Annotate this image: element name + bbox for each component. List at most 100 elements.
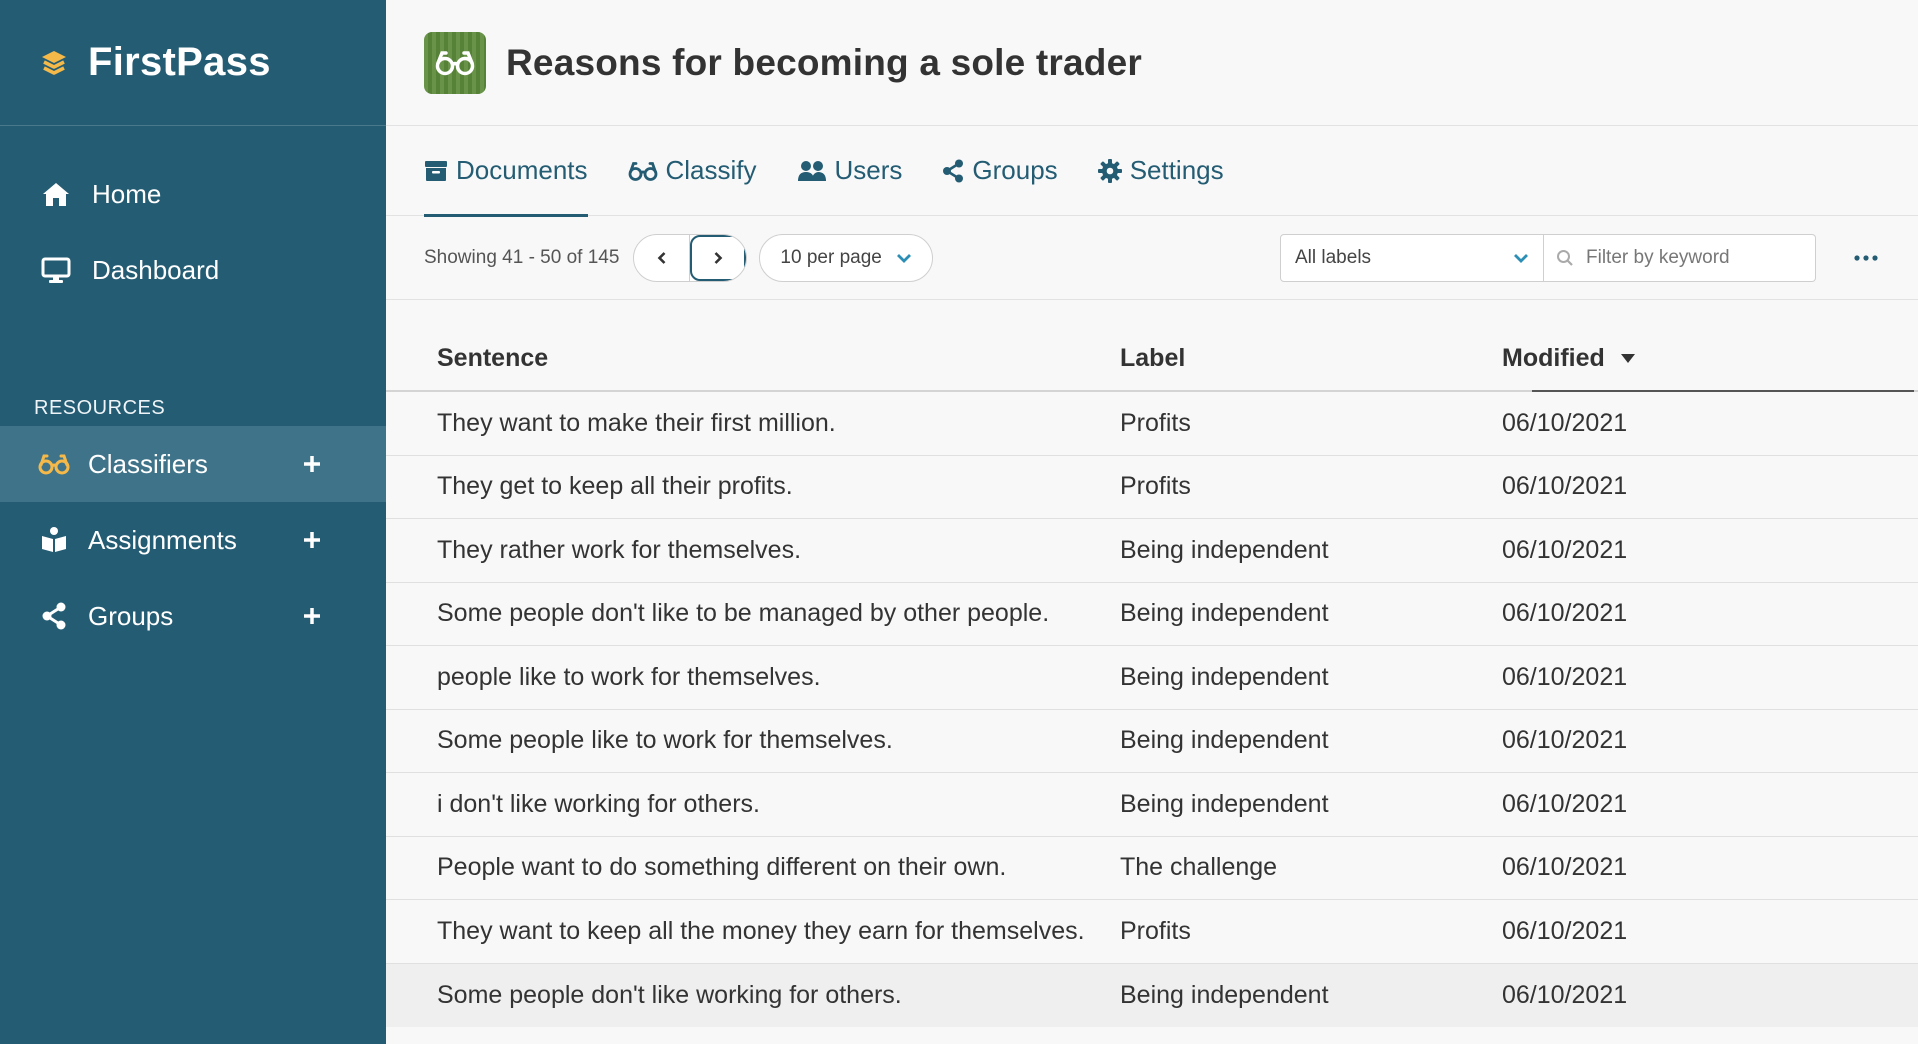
cell-label: Being independent bbox=[1120, 980, 1329, 1009]
cell-modified: 06/10/2021 bbox=[1502, 472, 1628, 501]
monitor-icon bbox=[40, 254, 72, 286]
ellipsis-icon bbox=[1854, 255, 1878, 261]
reader-icon bbox=[38, 524, 70, 556]
sort-indicator bbox=[1532, 390, 1914, 392]
home-icon bbox=[40, 178, 72, 210]
sidebar-item-classifiers[interactable]: Classifiers bbox=[0, 426, 386, 502]
column-header-label[interactable]: Label bbox=[1120, 344, 1502, 373]
nav-item-dashboard[interactable]: Dashboard bbox=[0, 232, 386, 308]
nav-item-home[interactable]: Home bbox=[0, 156, 386, 232]
chevron-left-icon bbox=[657, 251, 666, 264]
cell-modified: 06/10/2021 bbox=[1502, 916, 1628, 945]
column-header-label-text: Modified bbox=[1502, 343, 1605, 372]
tab-settings[interactable]: Settings bbox=[1097, 126, 1224, 216]
cell-sentence: They want to keep all the money they ear… bbox=[437, 916, 1085, 945]
page-header: Reasons for becoming a sole trader bbox=[386, 0, 1918, 126]
table-row[interactable]: They want to make their first million. P… bbox=[386, 392, 1918, 456]
cell-sentence: People want to do something different on… bbox=[437, 853, 1007, 882]
main-nav: Home Dashboard bbox=[0, 126, 386, 308]
archive-icon bbox=[425, 160, 447, 181]
nav-item-label: Dashboard bbox=[92, 254, 220, 285]
tab-users[interactable]: Users bbox=[797, 126, 903, 216]
brand-name: FirstPass bbox=[88, 40, 271, 84]
nav-item-label: Home bbox=[92, 178, 162, 209]
labels-filter-value: All labels bbox=[1295, 247, 1372, 268]
column-header-modified[interactable]: Modified bbox=[1502, 344, 1902, 373]
tab-classify[interactable]: Classify bbox=[628, 126, 757, 216]
pager bbox=[633, 233, 748, 282]
cell-label: Profits bbox=[1120, 916, 1191, 945]
cell-sentence: Some people don't like working for other… bbox=[437, 980, 902, 1009]
layers-icon bbox=[38, 47, 70, 79]
prev-page-button[interactable] bbox=[634, 234, 691, 281]
tab-documents[interactable]: Documents bbox=[424, 126, 588, 217]
cell-modified: 06/10/2021 bbox=[1502, 599, 1628, 628]
glasses-icon bbox=[38, 448, 70, 480]
table-row[interactable]: Some people like to work for themselves.… bbox=[386, 710, 1918, 773]
table-row[interactable]: Some people don't like to be managed by … bbox=[386, 583, 1918, 646]
table-row[interactable]: i don't like working for others. Being i… bbox=[386, 773, 1918, 837]
tab-label: Classify bbox=[665, 155, 757, 185]
classifier-avatar bbox=[424, 31, 486, 94]
share-icon bbox=[38, 600, 70, 632]
gear-icon bbox=[1097, 158, 1122, 183]
more-options-button[interactable] bbox=[1842, 234, 1890, 282]
add-classifier-icon[interactable] bbox=[298, 450, 326, 478]
keyword-filter-input[interactable] bbox=[1586, 247, 1796, 269]
page-title: Reasons for becoming a sole trader bbox=[506, 41, 1142, 83]
cell-label: Profits bbox=[1120, 472, 1191, 501]
chevron-down-icon bbox=[1514, 254, 1528, 263]
sidebar-item-label: Assignments bbox=[88, 524, 237, 555]
sidebar: FirstPass Home Dashboard RESOURCES Class… bbox=[0, 0, 386, 1044]
sort-desc-icon bbox=[1620, 353, 1635, 363]
sidebar-item-label: Groups bbox=[88, 600, 174, 631]
table-header: Sentence Label Modified bbox=[386, 326, 1918, 392]
pagination-status: Showing 41 - 50 of 145 bbox=[424, 246, 620, 268]
cell-modified: 06/10/2021 bbox=[1502, 726, 1628, 755]
glasses-icon bbox=[628, 161, 657, 181]
cell-label: Being independent bbox=[1120, 535, 1329, 564]
add-assignment-icon[interactable] bbox=[298, 526, 326, 554]
tab-label: Users bbox=[834, 155, 903, 185]
share-icon bbox=[943, 159, 964, 182]
column-header-sentence[interactable]: Sentence bbox=[386, 344, 1120, 373]
users-icon bbox=[797, 160, 826, 181]
sidebar-item-assignments[interactable]: Assignments bbox=[0, 502, 386, 578]
cell-label: Being independent bbox=[1120, 726, 1329, 755]
cell-label: The challenge bbox=[1120, 853, 1278, 882]
per-page-select[interactable]: 10 per page bbox=[759, 233, 933, 282]
chevron-down-icon bbox=[896, 253, 911, 263]
per-page-value: 10 per page bbox=[780, 246, 882, 268]
cell-sentence: i don't like working for others. bbox=[437, 789, 760, 818]
add-group-icon[interactable] bbox=[298, 602, 326, 630]
tab-label: Groups bbox=[972, 155, 1058, 185]
table-row[interactable]: People want to do something different on… bbox=[386, 837, 1918, 900]
table-row[interactable]: Some people don't like working for other… bbox=[386, 963, 1918, 1027]
labels-filter-select[interactable]: All labels bbox=[1280, 234, 1544, 282]
table-row[interactable]: They rather work for themselves. Being i… bbox=[386, 519, 1918, 583]
cell-sentence: They get to keep all their profits. bbox=[437, 472, 793, 501]
cell-modified: 06/10/2021 bbox=[1502, 980, 1628, 1009]
sidebar-item-label: Classifiers bbox=[88, 448, 208, 479]
toolbar: Showing 41 - 50 of 145 10 per page All l… bbox=[386, 216, 1918, 300]
cell-label: Profits bbox=[1120, 408, 1191, 437]
tab-groups[interactable]: Groups bbox=[942, 126, 1058, 216]
cell-label: Being independent bbox=[1120, 662, 1329, 691]
cell-sentence: Some people like to work for themselves. bbox=[437, 726, 893, 755]
table-row[interactable]: They want to keep all the money they ear… bbox=[386, 900, 1918, 964]
tab-label: Documents bbox=[456, 155, 588, 185]
brand[interactable]: FirstPass bbox=[0, 0, 386, 126]
main-content: Reasons for becoming a sole trader Docum… bbox=[386, 0, 1918, 1044]
table-row[interactable]: people like to work for themselves. Bein… bbox=[386, 646, 1918, 710]
resources-title: RESOURCES bbox=[34, 397, 166, 419]
table-row[interactable]: They get to keep all their profits. Prof… bbox=[386, 456, 1918, 519]
sidebar-item-groups[interactable]: Groups bbox=[0, 578, 386, 654]
search-icon bbox=[1557, 250, 1573, 266]
cell-label: Being independent bbox=[1120, 789, 1329, 818]
keyword-filter bbox=[1544, 234, 1816, 282]
cell-modified: 06/10/2021 bbox=[1502, 535, 1628, 564]
cell-sentence: They rather work for themselves. bbox=[437, 535, 802, 564]
cell-modified: 06/10/2021 bbox=[1502, 662, 1628, 691]
next-page-button[interactable] bbox=[690, 234, 747, 281]
cell-modified: 06/10/2021 bbox=[1502, 853, 1628, 882]
